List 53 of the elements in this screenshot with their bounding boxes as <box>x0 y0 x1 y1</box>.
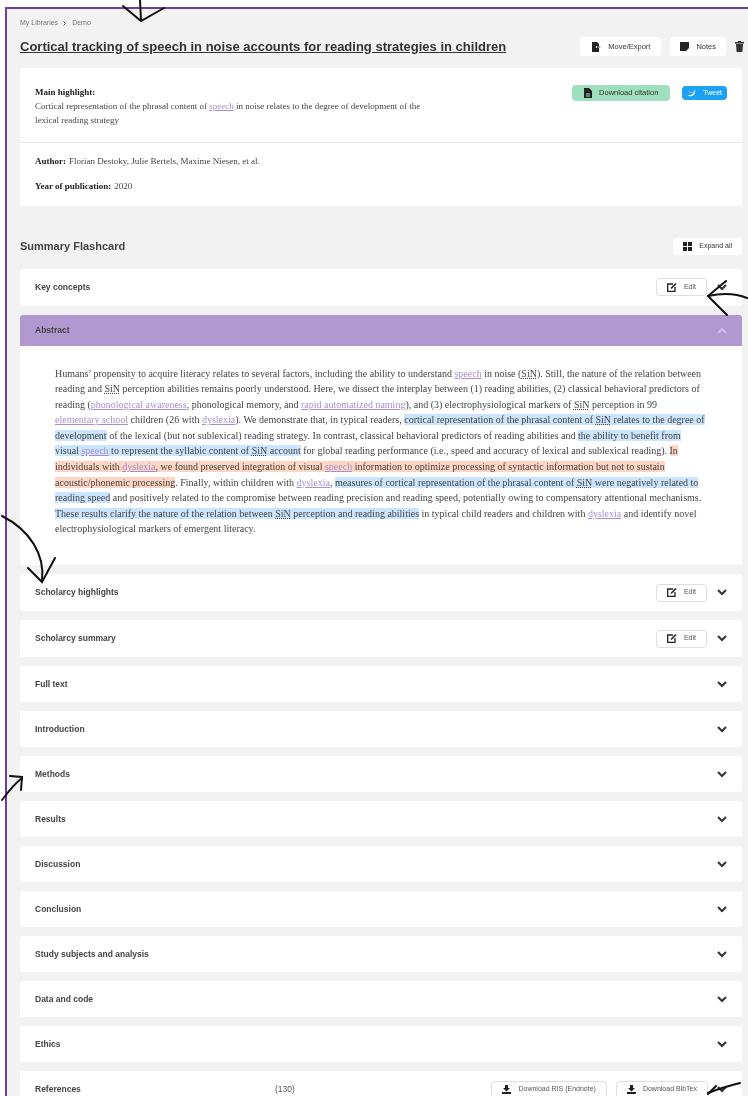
annotation-arrow <box>707 1082 741 1095</box>
section-title[interactable]: Abstract <box>35 323 717 337</box>
section-title[interactable]: Data and code <box>35 992 717 1006</box>
chevron-down-icon[interactable] <box>717 1040 727 1048</box>
chevron-right-icon <box>63 20 68 26</box>
chevron-down-icon[interactable] <box>717 589 727 597</box>
highlight-text: Cortical representation of the phrasal content of speech in noise relates to the degree of development of the lexical reading strategy <box>35 99 422 127</box>
chevron-down-icon[interactable] <box>717 815 727 823</box>
article-title[interactable]: Cortical tracking of speech in noise accounts for reading strategies in children <box>20 36 581 57</box>
reference-count: (130) <box>275 1083 296 1096</box>
file-icon <box>584 87 593 98</box>
section-heading: Summary Flashcard <box>20 238 126 254</box>
section-title[interactable]: Study subjects and analysis <box>35 947 717 961</box>
chevron-down-icon[interactable] <box>717 905 727 913</box>
section-title[interactable]: Methods <box>35 767 717 781</box>
highlight-label: Main highlight: <box>35 85 97 99</box>
section-title[interactable]: Discussion <box>35 857 717 871</box>
bird-icon <box>687 88 697 97</box>
chevron-down-icon[interactable] <box>717 995 727 1003</box>
chevron-down-icon[interactable] <box>717 635 727 643</box>
chevron-down-icon[interactable] <box>717 725 727 733</box>
annotation-arrow <box>1 515 56 584</box>
grid-icon <box>683 241 693 251</box>
section-title[interactable]: Scholarcy summary <box>35 632 656 645</box>
edit-icon <box>666 634 677 644</box>
edit-icon <box>666 282 677 292</box>
section-title[interactable]: References <box>35 1083 275 1096</box>
trash-icon[interactable] <box>735 41 744 52</box>
chevron-down-icon[interactable] <box>717 950 727 958</box>
annotation-arrow <box>1 775 24 801</box>
field-value: Florian Destoky, Julie Bertels, Maxime Niesen, et al. <box>69 154 260 168</box>
section-title[interactable]: Full text <box>35 677 717 691</box>
field-value: 2020 <box>114 180 133 193</box>
section-header[interactable]: Abstract <box>20 314 742 346</box>
chevron-down-icon[interactable] <box>717 680 727 688</box>
download-icon <box>626 1085 636 1095</box>
section-title[interactable]: Key concepts <box>35 280 656 294</box>
note-icon <box>680 42 690 51</box>
edit-icon <box>666 588 677 598</box>
abstract-text: Humans’ propensity to acquire literacy relates to several factors, including the ability to understand speech in noise (SiN). Still, the nature of the relation between reading and SiN perception abilities remains poorly understood. Here, we dissect the interplay between (1) reading abilities, (2) classical behavioral predictors of reading (phonological awareness, phonological memory, and rapid automatized naming), and (3) electrophysiological markers of SiN perception in 99 elementary school children (26 with dyslexia). We demonstrate that, in typical readers, cortical representation of the phrasal content of SiN relates to the degree of development of the lexical (but not sublexical) reading strategy. In contrast, classical behavioral predictors of reading abilities and the ability to benefit from visual speech to represent the syllabic content of SiN account for global reading performance (i.e., speed and accuracy of lexical and sublexical reading). In individuals with dyslexia, we found preserved integration of visual speech information to optimize processing of syntactic information but not to sustain acoustic/phonemic processing. Finally, within children with dyslexia, measures of cortical representation of the phrasal content of SiN were negatively related to reading speed and positively related to the compromise between reading precision and reading speed, potentially owing to compensatory attentional mechanisms. These results clarify the nature of the relation between SiN perception and reading abilities in typical child readers and children with dyslexia and identify novel electrophysiological markers of emergent literacy. <box>55 366 705 537</box>
section-title[interactable]: Conclusion <box>35 902 717 916</box>
section-title[interactable]: Ethics <box>35 1037 717 1051</box>
chevron-down-icon[interactable] <box>717 283 727 291</box>
chevron-down-icon[interactable] <box>717 860 727 868</box>
field-label: Year of publication: <box>35 180 112 193</box>
field-label: Author: <box>35 154 66 168</box>
chevron-down-icon[interactable] <box>717 1086 727 1094</box>
section-title[interactable]: Results <box>35 812 717 826</box>
export-icon <box>591 41 602 52</box>
section-title[interactable]: Scholarcy highlights <box>35 586 656 599</box>
section-title[interactable]: Introduction <box>35 722 717 736</box>
download-icon <box>502 1085 512 1095</box>
chevron-down-icon[interactable] <box>717 770 727 778</box>
